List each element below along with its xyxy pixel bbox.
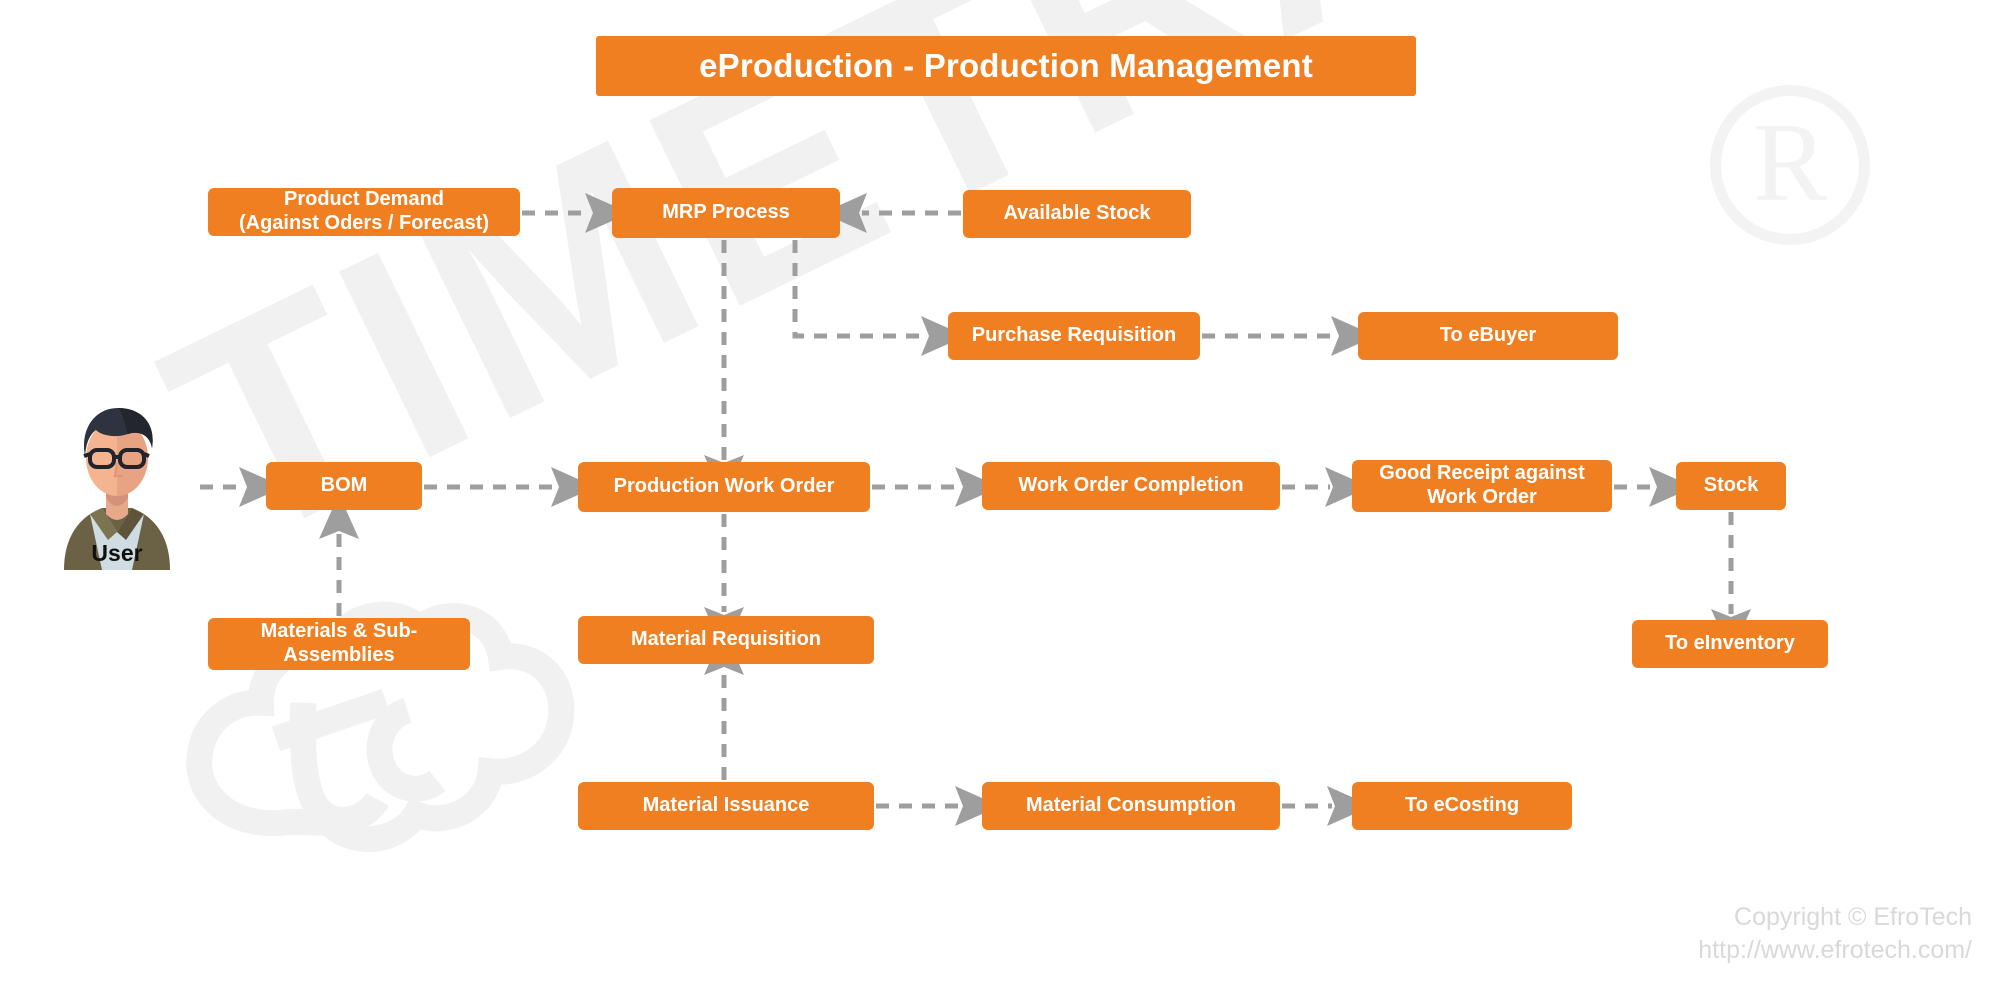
node-good-receipt-label: Good Receipt against Work Order — [1379, 462, 1585, 508]
node-to-einventory[interactable]: To eInventory — [1632, 620, 1828, 668]
diagram-canvas: TIMETRAX R eProduction - Production Mana… — [0, 0, 2000, 1000]
node-to-ebuyer[interactable]: To eBuyer — [1358, 312, 1618, 360]
page-title: eProduction - Production Management — [699, 47, 1313, 84]
node-work-order-completion[interactable]: Work Order Completion — [982, 462, 1280, 510]
node-material-requisition[interactable]: Material Requisition — [578, 616, 874, 664]
node-product-demand-label: Product Demand (Against Oders / Forecast) — [238, 188, 490, 234]
footer-copyright: Copyright © EfroTech — [1734, 902, 1972, 931]
node-material-issuance[interactable]: Material Issuance — [578, 782, 874, 830]
edge-mrp-to-purchase-requisition — [792, 240, 966, 356]
footer-url[interactable]: http://www.efrotech.com/ — [1698, 934, 1972, 968]
node-good-receipt-against-work-order[interactable]: Good Receipt against Work Order — [1352, 460, 1612, 512]
node-purchase-requisition[interactable]: Purchase Requisition — [948, 312, 1200, 360]
node-product-demand[interactable]: Product Demand (Against Oders / Forecast) — [208, 188, 520, 236]
footer: Copyright © EfroTech http://www.efrotech… — [1698, 901, 1972, 969]
node-to-ecosting[interactable]: To eCosting — [1352, 782, 1572, 830]
node-mrp-process[interactable]: MRP Process — [612, 188, 840, 238]
node-stock[interactable]: Stock — [1676, 462, 1786, 510]
node-production-work-order[interactable]: Production Work Order — [578, 462, 870, 512]
node-available-stock[interactable]: Available Stock — [963, 190, 1191, 238]
node-bom[interactable]: BOM — [266, 462, 422, 510]
node-materials-label: Materials & Sub- Assemblies — [260, 620, 418, 666]
node-materials-sub-assemblies[interactable]: Materials & Sub- Assemblies — [208, 618, 470, 670]
page-title-banner: eProduction - Production Management — [596, 36, 1416, 96]
user-avatar-label: User — [91, 540, 143, 566]
node-material-consumption[interactable]: Material Consumption — [982, 782, 1280, 830]
